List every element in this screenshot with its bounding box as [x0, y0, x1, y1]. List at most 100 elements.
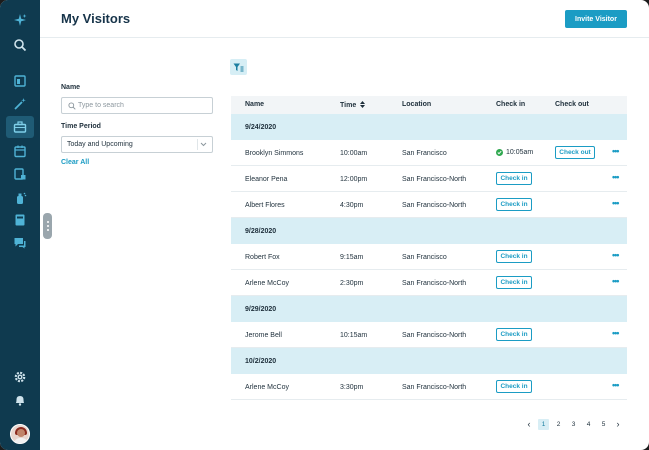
- filter-panel: Name Time Period Today and Upcoming Clea…: [61, 84, 213, 166]
- search-icon: [68, 102, 76, 110]
- page-number-button[interactable]: 2: [553, 419, 564, 430]
- page-number-button[interactable]: 5: [598, 419, 609, 430]
- panel-collapse-handle[interactable]: [43, 213, 52, 239]
- check-in-button[interactable]: Check in: [496, 172, 532, 185]
- visit-time: 10:15am: [340, 332, 368, 339]
- page-header: My Visitors Invite Visitor: [40, 0, 649, 38]
- book-icon[interactable]: [10, 210, 30, 230]
- prev-page-button[interactable]: ‹: [524, 419, 534, 429]
- visitor-name: Arlene McCoy: [245, 280, 289, 287]
- visit-location: San Francisco: [402, 254, 447, 261]
- magic-wand-icon[interactable]: [10, 94, 30, 114]
- visit-location: San Francisco-North: [402, 332, 467, 339]
- bell-icon[interactable]: [10, 390, 30, 410]
- visit-location: San Francisco-North: [402, 202, 467, 209]
- check-in-button[interactable]: Check in: [496, 380, 532, 393]
- date-group-header: 10/2/2020: [231, 348, 627, 374]
- page-list: 12345: [538, 418, 613, 430]
- date-group-label: 10/2/2020: [245, 358, 277, 365]
- check-circle-icon: [496, 149, 503, 156]
- column-header-name[interactable]: Name: [245, 101, 264, 108]
- check-in-button[interactable]: Check in: [496, 276, 532, 289]
- page-number-button[interactable]: 3: [568, 419, 579, 430]
- more-actions-icon[interactable]: •••: [612, 198, 620, 208]
- pagination: ‹ 12345 ›: [524, 418, 627, 430]
- invite-visitor-button[interactable]: Invite Visitor: [565, 10, 627, 28]
- visit-time: 3:30pm: [340, 384, 364, 391]
- table-row: Eleanor Pena 12:00pm San Francisco-North Ch…: [231, 166, 627, 192]
- more-actions-icon[interactable]: •••: [612, 276, 620, 286]
- more-actions-icon[interactable]: •••: [612, 328, 620, 338]
- column-header-checkout: Check out: [555, 101, 589, 108]
- visitor-name: Robert Fox: [245, 254, 280, 261]
- chat-icon[interactable]: [10, 233, 30, 253]
- spray-icon[interactable]: [10, 188, 30, 208]
- column-header-time-label: Time: [340, 102, 357, 109]
- time-period-select[interactable]: Today and Upcoming: [61, 136, 213, 153]
- sidebar-nav: [0, 0, 40, 450]
- chevron-down-icon: [197, 139, 209, 150]
- column-header-location[interactable]: Location: [402, 101, 431, 108]
- check-in-button[interactable]: Check in: [496, 328, 532, 341]
- more-actions-icon[interactable]: •••: [612, 172, 620, 182]
- time-period-value: Today and Upcoming: [67, 141, 133, 148]
- check-in-button[interactable]: Check in: [496, 198, 532, 211]
- clear-all-link[interactable]: Clear All: [61, 159, 213, 166]
- filter-toggle-button[interactable]: [230, 59, 247, 75]
- calendar-icon[interactable]: [10, 141, 30, 161]
- avatar[interactable]: [10, 424, 30, 444]
- visit-location: San Francisco-North: [402, 280, 467, 287]
- table-row: Robert Fox 9:15am San Francisco Check in •••: [231, 244, 627, 270]
- more-actions-icon[interactable]: •••: [612, 146, 620, 156]
- visit-time: 9:15am: [340, 254, 364, 261]
- next-page-button[interactable]: ›: [613, 419, 623, 429]
- name-filter-label: Name: [61, 84, 81, 91]
- time-period-label: Time Period: [61, 123, 101, 130]
- deliveries-icon[interactable]: [10, 164, 30, 184]
- search-field[interactable]: [61, 97, 213, 114]
- date-group-header: 9/28/2020: [231, 218, 627, 244]
- check-out-button[interactable]: Check out: [555, 146, 595, 159]
- date-group-header: 9/29/2020: [231, 296, 627, 322]
- visitor-name: Eleanor Pena: [245, 176, 288, 183]
- visit-location: San Francisco-North: [402, 384, 467, 391]
- column-header-time[interactable]: Time: [340, 101, 366, 109]
- date-group-label: 9/24/2020: [245, 124, 277, 131]
- check-in-button[interactable]: Check in: [496, 250, 532, 263]
- visit-location: San Francisco-North: [402, 176, 467, 183]
- date-group-label: 9/29/2020: [245, 306, 277, 313]
- visitor-name: Arlene McCoy: [245, 384, 289, 391]
- sparkle-icon[interactable]: [10, 10, 30, 30]
- more-actions-icon[interactable]: •••: [612, 380, 620, 390]
- checked-in-time: 10:05am: [506, 149, 534, 156]
- page-number-button[interactable]: 4: [583, 419, 594, 430]
- table-row: Jerome Bell 10:15am San Francisco-North Che…: [231, 322, 627, 348]
- dashboard-icon[interactable]: [10, 71, 30, 91]
- search-icon[interactable]: [10, 35, 30, 55]
- sort-icon: [360, 101, 366, 108]
- date-group-header: 9/24/2020: [231, 114, 627, 140]
- filter-icon: [233, 63, 244, 71]
- column-header-checkin: Check in: [496, 101, 526, 108]
- table-body: 9/24/2020 Brooklyn Simmons 10:00am San Fran…: [231, 114, 627, 400]
- table-row: Arlene McCoy 2:30pm San Francisco-North Che…: [231, 270, 627, 296]
- visitor-name: Brooklyn Simmons: [245, 150, 304, 157]
- visitor-name: Albert Flores: [245, 202, 285, 209]
- gear-icon[interactable]: [10, 367, 30, 387]
- visit-time: 12:00pm: [340, 176, 368, 183]
- table-row: Albert Flores 4:30pm San Francisco-North Ch…: [231, 192, 627, 218]
- date-group-label: 9/28/2020: [245, 228, 277, 235]
- more-actions-icon[interactable]: •••: [612, 250, 620, 260]
- visitors-table: Name Time Location Check in Check out 9/…: [231, 96, 627, 400]
- visitor-name: Jerome Bell: [245, 332, 282, 339]
- page-number-button[interactable]: 1: [538, 418, 549, 430]
- table-header: Name Time Location Check in Check out: [231, 96, 627, 114]
- visit-time: 2:30pm: [340, 280, 364, 287]
- briefcase-icon[interactable]: [6, 116, 34, 138]
- table-row: Brooklyn Simmons 10:00am San Francisco 10:0…: [231, 140, 627, 166]
- table-row: Arlene McCoy 3:30pm San Francisco-North Che…: [231, 374, 627, 400]
- search-input[interactable]: [78, 99, 208, 112]
- app-window: My Visitors Invite Visitor Name Time Per…: [0, 0, 649, 450]
- page-title: My Visitors: [61, 11, 131, 26]
- visit-time: 4:30pm: [340, 202, 364, 209]
